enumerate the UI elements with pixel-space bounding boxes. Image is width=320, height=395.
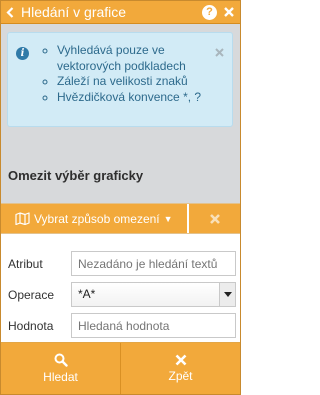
operation-value: *A* [78, 287, 96, 301]
caret-down-icon: ▼ [163, 213, 173, 224]
dropdown-label: Vybrat způsob omezení [34, 211, 160, 226]
search-icon [54, 353, 68, 367]
search-panel: Hledání v grafice ? i Vyhledává pouze ve… [0, 0, 241, 395]
filter-mode-dropdown[interactable]: Vybrat způsob omezení ▼ [1, 204, 189, 233]
back-button[interactable] [1, 1, 19, 23]
info-icon: i [16, 47, 29, 60]
panel-header: Hledání v grafice ? [1, 1, 240, 24]
graphic-filter-section: Omezit výběr graficky [1, 146, 240, 203]
filter-toolbar: Vybrat způsob omezení ▼ [1, 203, 240, 234]
value-row: Hodnota [8, 313, 236, 338]
close-icon [215, 48, 224, 57]
panel-title: Hledání v grafice [21, 4, 127, 20]
info-list: Vyhledává pouze ve vektorových podkladec… [29, 43, 210, 126]
info-area: i Vyhledává pouze ve vektorových podklad… [1, 24, 240, 146]
info-item: Záleží na velikosti znaků [57, 74, 210, 90]
chevron-down-icon [219, 283, 235, 306]
attribute-label: Atribut [8, 256, 43, 271]
info-item: Vyhledává pouze ve vektorových podkladec… [57, 43, 210, 74]
info-alert: i Vyhledává pouze ve vektorových podklad… [7, 32, 233, 127]
close-button[interactable] [221, 5, 236, 20]
value-input[interactable] [71, 313, 236, 338]
search-form: Atribut Operace *A* Hodnota [1, 234, 240, 338]
close-icon [209, 213, 220, 224]
info-item: Hvězdičková konvence *, ? [57, 90, 210, 106]
panel-footer: Hledat Zpět [1, 342, 240, 394]
value-label: Hodnota [8, 318, 54, 333]
section-title: Omezit výběr graficky [8, 168, 144, 183]
operation-select[interactable]: *A* [71, 282, 236, 307]
close-icon [223, 7, 234, 17]
attribute-input[interactable] [71, 251, 236, 276]
chevron-left-icon [6, 6, 14, 18]
close-icon [175, 354, 186, 366]
back-button-label: Zpět [168, 369, 193, 383]
back-footer-button[interactable]: Zpět [120, 343, 240, 394]
search-button[interactable]: Hledat [1, 343, 120, 394]
operation-row: Operace *A* [8, 282, 236, 307]
question-circle-icon[interactable]: ? [202, 4, 217, 20]
map-icon [15, 212, 30, 225]
clear-filter-button[interactable] [189, 204, 240, 233]
attribute-row: Atribut [8, 251, 236, 276]
alert-close-button[interactable] [215, 45, 224, 60]
search-button-label: Hledat [43, 370, 78, 384]
operation-label: Operace [8, 287, 55, 302]
